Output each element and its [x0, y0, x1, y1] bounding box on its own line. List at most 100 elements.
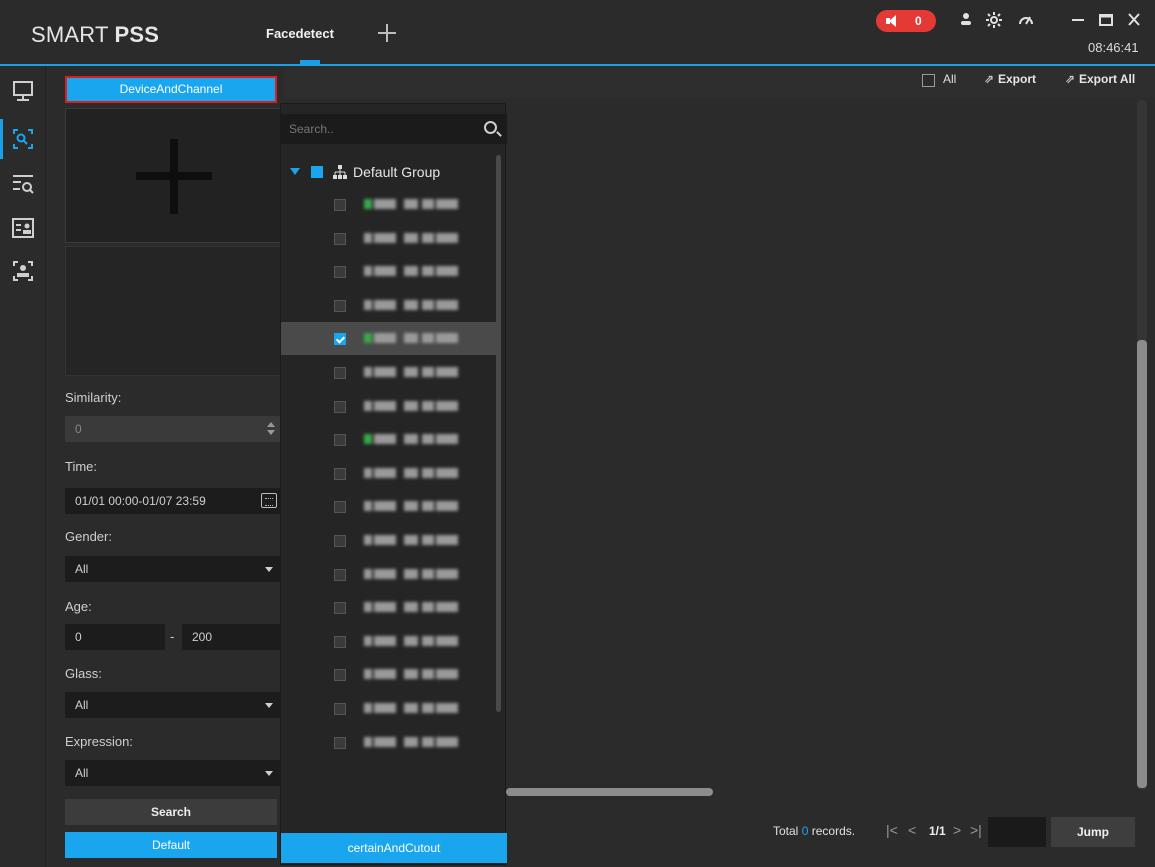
- left-nav: [0, 66, 46, 867]
- device-row[interactable]: [281, 692, 496, 725]
- gear-icon[interactable]: [985, 12, 1003, 30]
- certain-and-cutout-button[interactable]: certainAndCutout: [281, 833, 507, 863]
- minimize-icon[interactable]: [1068, 10, 1088, 30]
- device-checkbox[interactable]: [334, 736, 346, 749]
- glass-select[interactable]: All: [65, 692, 283, 718]
- device-row[interactable]: [281, 591, 496, 624]
- first-page-icon[interactable]: |<: [886, 822, 898, 838]
- age-separator: -: [170, 629, 175, 644]
- device-checkbox[interactable]: [334, 669, 346, 682]
- age-max-input[interactable]: 200: [182, 624, 282, 650]
- device-checkbox[interactable]: [334, 333, 346, 346]
- last-page-icon[interactable]: >|: [970, 822, 982, 838]
- vertical-scrollbar-thumb[interactable]: [1137, 340, 1147, 788]
- device-checkbox[interactable]: [334, 703, 346, 715]
- add-image-icon-bar: [136, 172, 212, 180]
- device-row[interactable]: [281, 423, 496, 456]
- tab-label: Facedetect: [266, 26, 334, 41]
- device-search-input[interactable]: Search..: [281, 114, 507, 144]
- device-checkbox[interactable]: [334, 232, 346, 245]
- age-label: Age:: [65, 599, 92, 614]
- device-checkbox[interactable]: [334, 367, 346, 379]
- device-checkbox[interactable]: [334, 467, 346, 480]
- list-search-icon[interactable]: [11, 172, 35, 196]
- device-checkbox[interactable]: [334, 434, 346, 447]
- device-checkbox[interactable]: [334, 568, 346, 581]
- similarity-value: 0: [75, 422, 82, 436]
- alarm-count: 0: [915, 14, 922, 28]
- next-page-icon[interactable]: >: [953, 822, 961, 838]
- device-row[interactable]: [281, 289, 496, 322]
- device-row[interactable]: [281, 222, 496, 255]
- device-checkbox[interactable]: [334, 635, 346, 648]
- face-image-upload[interactable]: [65, 108, 283, 243]
- id-card-icon[interactable]: [11, 216, 35, 240]
- age-min-input[interactable]: 0: [65, 624, 165, 650]
- device-row[interactable]: [281, 726, 496, 759]
- calendar-icon[interactable]: [261, 493, 277, 508]
- device-checkbox[interactable]: [334, 299, 346, 312]
- group-checkbox[interactable]: [311, 166, 323, 178]
- device-checkbox[interactable]: [334, 400, 346, 413]
- tab-facedetect[interactable]: Facedetect: [252, 0, 360, 64]
- page-number-input[interactable]: [988, 817, 1046, 847]
- horizontal-scrollbar-thumb[interactable]: [506, 788, 713, 796]
- device-row[interactable]: [281, 390, 496, 423]
- glass-value: All: [75, 698, 89, 712]
- select-all-checkbox[interactable]: [922, 74, 935, 87]
- device-row[interactable]: [281, 188, 496, 221]
- chevron-down-icon: [265, 703, 273, 708]
- similarity-stepper[interactable]: 0: [65, 416, 283, 442]
- default-button[interactable]: Default: [65, 832, 277, 858]
- gender-select[interactable]: All: [65, 556, 283, 582]
- device-and-channel-button[interactable]: DeviceAndChannel: [65, 76, 277, 103]
- search-placeholder: Search..: [289, 122, 334, 136]
- device-checkbox[interactable]: [334, 535, 346, 547]
- clock: 08:46:41: [1088, 40, 1139, 55]
- time-label: Time:: [65, 459, 98, 474]
- monitor-icon[interactable]: [11, 79, 35, 103]
- performance-gauge-icon[interactable]: [1017, 12, 1035, 30]
- device-row[interactable]: [281, 558, 496, 591]
- add-tab-icon[interactable]: [376, 22, 398, 44]
- device-row[interactable]: [281, 255, 496, 288]
- chevron-down-icon: [265, 771, 273, 776]
- select-all-label: All: [943, 72, 957, 86]
- similarity-label: Similarity:: [65, 390, 122, 405]
- export-button[interactable]: ⇗ Export: [984, 72, 1036, 86]
- device-row[interactable]: [281, 658, 496, 691]
- device-checkbox[interactable]: [334, 602, 346, 615]
- alarm-button[interactable]: 0: [876, 10, 936, 32]
- title-bar: SMART PSS Facedetect 0 08:46:41: [0, 0, 1155, 66]
- search-icon[interactable]: [484, 121, 497, 134]
- expand-triangle-icon[interactable]: [290, 168, 300, 175]
- prev-page-icon[interactable]: <: [908, 822, 916, 838]
- tree-group-row[interactable]: Default Group: [281, 158, 496, 186]
- face-preview-area: [65, 246, 283, 376]
- device-checkbox[interactable]: [334, 199, 346, 211]
- time-range-field[interactable]: 01/01 00:00-01/07 23:59: [65, 488, 283, 514]
- device-row[interactable]: [281, 490, 496, 523]
- device-row[interactable]: [281, 356, 496, 389]
- device-row[interactable]: [281, 457, 496, 490]
- app-title: SMART PSS: [31, 22, 160, 47]
- close-icon[interactable]: [1124, 10, 1144, 30]
- search-button[interactable]: Search: [65, 799, 277, 825]
- user-icon[interactable]: [957, 12, 975, 30]
- dropdown-scrollbar[interactable]: [496, 155, 501, 712]
- device-checkbox[interactable]: [334, 501, 346, 514]
- face-scan-icon[interactable]: [11, 259, 35, 283]
- device-row[interactable]: [281, 625, 496, 658]
- device-row[interactable]: [281, 524, 496, 557]
- face-detect-icon[interactable]: [0, 119, 35, 159]
- obscured-device-name: [364, 298, 472, 312]
- spinner-icon[interactable]: [267, 422, 275, 436]
- expression-select[interactable]: All: [65, 760, 283, 786]
- speaker-icon: [886, 15, 900, 27]
- export-all-button[interactable]: ⇗ Export All: [1065, 72, 1135, 86]
- device-row[interactable]: [281, 322, 496, 356]
- device-checkbox[interactable]: [334, 266, 346, 279]
- device-tree-dropdown: Search.. Default Group certainAndCutout: [280, 103, 507, 865]
- jump-button[interactable]: Jump: [1051, 817, 1135, 847]
- maximize-icon[interactable]: [1096, 10, 1116, 30]
